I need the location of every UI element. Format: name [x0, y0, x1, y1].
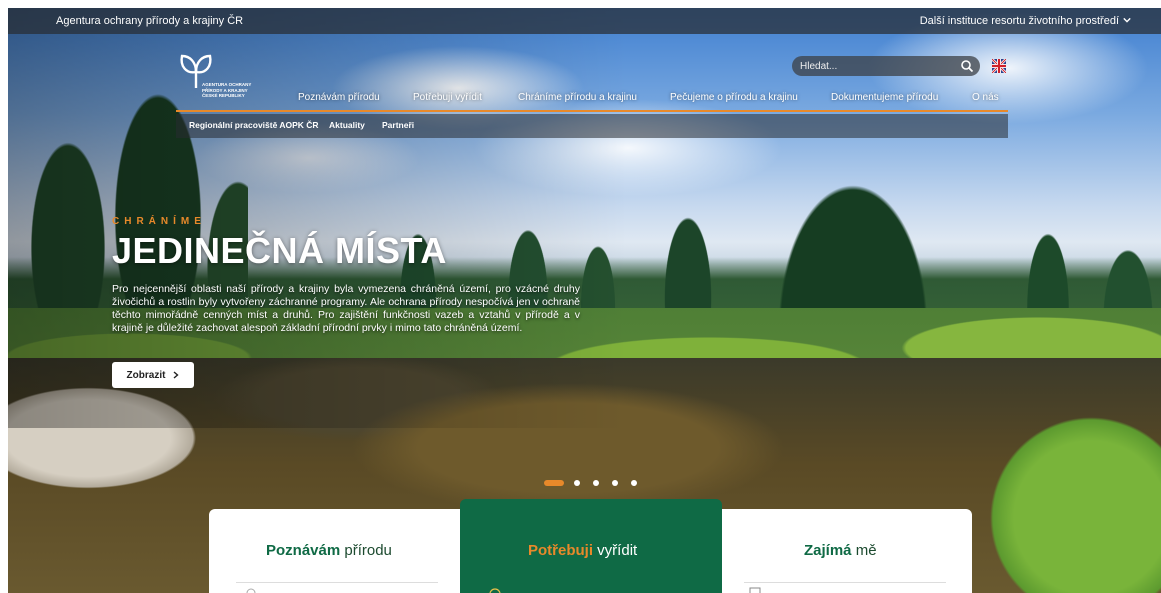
subnav-regionalni-pracoviste[interactable]: Regionální pracoviště AOPK ČR	[189, 120, 319, 130]
subnav-partneri[interactable]: Partneři	[382, 120, 414, 130]
carousel-dot-1[interactable]	[544, 480, 564, 486]
carousel-dot-4[interactable]	[612, 480, 618, 486]
card-title-bold: Potřebuji	[528, 542, 594, 559]
hero-eyebrow: CHRÁNÍME	[112, 216, 206, 227]
other-institutions-link[interactable]: Další instituce resortu životního prostř…	[920, 15, 1119, 27]
main-navigation: Poznávám přírodu Potřebuji vyřídit Chrán…	[176, 88, 1008, 112]
english-flag-icon[interactable]	[992, 59, 1006, 73]
hero-lead-text: Pro nejcennější oblasti naší přírody a k…	[112, 283, 580, 334]
search-input[interactable]	[800, 59, 940, 73]
card-title-bold: Zajímá	[804, 542, 852, 559]
chevron-right-icon	[173, 371, 180, 379]
card-poznavam-prirodu[interactable]: Poznávám přírodu	[266, 542, 392, 559]
sub-navigation: Regionální pracoviště AOPK ČR Aktuality …	[176, 114, 1008, 138]
card-title-rest: vyřídit	[593, 542, 638, 559]
carousel-dot-5[interactable]	[631, 480, 637, 486]
card-divider	[744, 582, 946, 583]
nav-chranime-prirodu[interactable]: Chráníme přírodu a krajinu	[518, 92, 637, 103]
list-item-icon	[246, 588, 256, 593]
show-button[interactable]: Zobrazit	[112, 362, 194, 388]
search-icon[interactable]	[960, 59, 974, 73]
document-icon	[749, 587, 761, 593]
nav-potrebuji-vyridit[interactable]: Potřebuji vyřídit	[413, 92, 482, 103]
search-box	[792, 56, 980, 76]
nav-dokumentujeme-prirodu[interactable]: Dokumentujeme přírodu	[831, 92, 938, 103]
list-item-icon	[489, 588, 501, 593]
nav-o-nas[interactable]: O nás	[972, 92, 999, 103]
org-name[interactable]: Agentura ochrany přírody a krajiny ČR	[56, 15, 243, 27]
card-title-bold: Poznávám	[266, 542, 341, 559]
nav-poznavam-prirodu[interactable]: Poznávám přírodu	[298, 92, 380, 103]
carousel-dot-2[interactable]	[574, 480, 580, 486]
chevron-down-icon[interactable]	[1123, 16, 1131, 24]
text-shade	[8, 8, 628, 428]
hero-headline: JEDINEČNÁ MÍSTA	[112, 230, 447, 271]
show-button-label: Zobrazit	[126, 369, 166, 381]
card-title-rest: mě	[851, 542, 877, 559]
carousel-dot-3[interactable]	[593, 480, 599, 486]
card-title-rest: přírodu	[340, 542, 392, 559]
card-potrebuji-vyridit-title[interactable]: Potřebuji vyřídit	[528, 542, 637, 559]
grass-tuft	[961, 388, 1161, 593]
card-divider	[236, 582, 438, 583]
card-zajima-me[interactable]: Zajímá mě	[804, 542, 877, 559]
nav-pecujeme-o-prirodu[interactable]: Pečujeme o přírodu a krajinu	[670, 92, 798, 103]
subnav-aktuality[interactable]: Aktuality	[329, 120, 365, 130]
institution-bar: Agentura ochrany přírody a krajiny ČR Da…	[8, 8, 1161, 34]
